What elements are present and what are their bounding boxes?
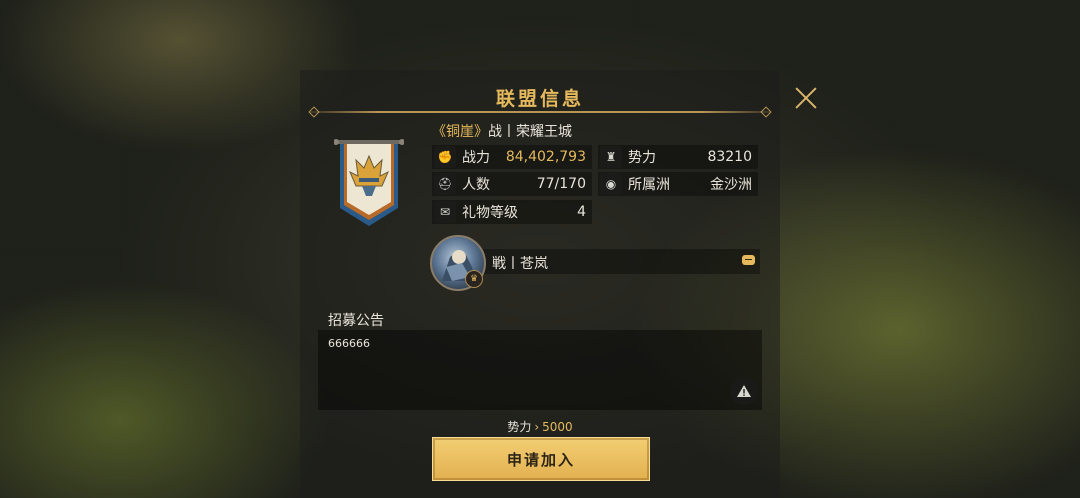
stat-influence-value: 83210 [707, 149, 752, 165]
requirement-value: 5000 [542, 420, 573, 434]
alliance-name: 战丨荣耀王城 [488, 124, 572, 140]
alliance-tag-close: 》 [474, 124, 488, 140]
alliance-banner-emblem [334, 139, 404, 226]
stat-influence-label: 势力 [628, 150, 656, 166]
recruit-notice-text: 666666 [328, 337, 370, 350]
stat-continent-label: 所属洲 [628, 177, 670, 193]
stat-members-value: 77/170 [536, 176, 586, 192]
stat-continent-value: 金沙洲 [710, 177, 752, 193]
stat-gift-level-label: 礼物等级 [462, 205, 518, 221]
stat-influence: ♜ 势力 83210 [598, 145, 758, 169]
gift-icon: ✉ [434, 201, 456, 223]
dialog-title: 联盟信息 [495, 88, 584, 110]
recruit-notice-label: 招募公告 [328, 313, 384, 329]
stat-continent: ◉ 所属洲 金沙洲 [598, 172, 758, 196]
stat-members-label: 人数 [462, 177, 490, 193]
join-requirement: 势力 › 5000 [0, 418, 1080, 435]
dialog-header: 联盟信息 [310, 84, 770, 116]
stat-power-value: 84,402,793 [505, 149, 586, 165]
stat-gift-level: ✉ 礼物等级 4 [432, 200, 592, 224]
fortress-icon: ♜ [600, 146, 622, 168]
helmet-icon: ⛑ [434, 173, 456, 195]
stat-members: ⛑ 人数 77/170 [432, 172, 592, 196]
leader-name: 戦丨苍岚 [492, 256, 548, 272]
stat-power: ✊ 战力 84,402,793 [432, 145, 592, 169]
alliance-tag-open: 《 [432, 124, 446, 140]
globe-icon: ◉ [600, 173, 622, 195]
apply-join-button[interactable]: 申请加入 [432, 437, 650, 481]
fist-icon: ✊ [434, 146, 456, 168]
alliance-tag: 铜崖 [446, 124, 474, 140]
chevron-right-icon: › [534, 420, 540, 434]
leader-crown-icon: ♛ [465, 270, 483, 288]
report-warning-icon[interactable] [730, 377, 758, 405]
warning-triangle-icon [737, 385, 751, 397]
alliance-title: 《铜崖》战丨荣耀王城 [432, 121, 572, 141]
chat-icon[interactable] [742, 255, 755, 265]
close-icon[interactable] [794, 86, 818, 110]
title-divider [310, 111, 770, 113]
requirement-label: 势力 [507, 420, 532, 434]
stat-gift-level-value: 4 [577, 204, 586, 220]
stat-power-label: 战力 [462, 150, 490, 166]
recruit-notice-box [318, 330, 762, 410]
